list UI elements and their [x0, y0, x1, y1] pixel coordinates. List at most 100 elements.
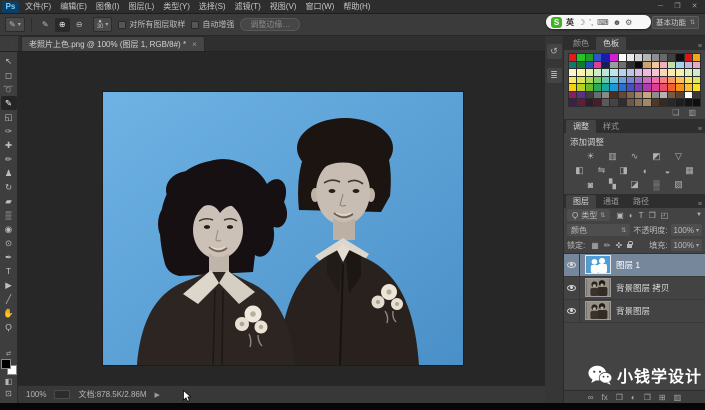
posterize-icon[interactable]: ▚ — [605, 179, 621, 191]
new-layer-icon[interactable]: ⊞ — [659, 393, 666, 402]
new-group-icon[interactable]: ❒ — [644, 393, 651, 402]
gradient-tool[interactable]: ▒ — [1, 208, 17, 222]
swatch[interactable] — [635, 84, 642, 91]
swatch[interactable] — [685, 54, 692, 61]
curves-icon[interactable]: ∿ — [627, 151, 643, 163]
swatch[interactable] — [643, 84, 650, 91]
panel-tab-color[interactable]: 颜色 — [566, 37, 596, 50]
clone-stamp-tool[interactable]: ♟ — [1, 166, 17, 180]
punctuation-icon[interactable]: ’, — [589, 18, 593, 27]
refine-edge-button[interactable]: 调整边缘… — [240, 18, 300, 31]
swatch[interactable] — [693, 62, 700, 69]
panel-tab-channels[interactable]: 通道 — [596, 195, 626, 208]
lasso-tool[interactable]: ➰ — [1, 82, 17, 96]
swatch[interactable] — [577, 77, 584, 84]
swatch[interactable] — [569, 54, 576, 61]
swatch[interactable] — [586, 54, 593, 61]
swatch[interactable] — [668, 77, 675, 84]
swatch[interactable] — [594, 84, 601, 91]
swatch[interactable] — [660, 62, 667, 69]
swatch[interactable] — [676, 62, 683, 69]
hue-saturation-icon[interactable]: ◧ — [572, 165, 588, 177]
swatch[interactable] — [627, 69, 634, 76]
eraser-tool[interactable]: ▰ — [1, 194, 17, 208]
swatch[interactable] — [652, 77, 659, 84]
swatch[interactable] — [676, 54, 683, 61]
minimize-button[interactable]: ─ — [653, 1, 668, 12]
swatch[interactable] — [577, 54, 584, 61]
layer-thumbnail[interactable] — [585, 301, 611, 320]
swatch[interactable] — [577, 69, 584, 76]
layer-visibility-toggle[interactable] — [564, 299, 580, 322]
channel-mixer-icon[interactable]: ◒ — [660, 165, 676, 177]
pen-tool[interactable]: ✒ — [1, 250, 17, 264]
swap-colors-icon[interactable]: ⇄ — [6, 350, 11, 358]
panel-tab-styles[interactable]: 样式 — [596, 120, 626, 133]
person-icon[interactable]: ☻ — [613, 18, 621, 27]
swatch[interactable] — [577, 99, 584, 106]
swatch[interactable] — [676, 69, 683, 76]
swatch[interactable] — [652, 62, 659, 69]
swatch[interactable] — [668, 84, 675, 91]
photo-canvas[interactable] — [103, 92, 463, 365]
checkbox-icon[interactable] — [191, 21, 199, 29]
swatch[interactable] — [569, 84, 576, 91]
filter-smart-object-icon[interactable]: ◰ — [661, 211, 669, 220]
history-panel-icon[interactable]: ↺ — [547, 44, 562, 59]
toolbox-grip[interactable]: · · — [0, 35, 18, 51]
auto-enhance-option[interactable]: 自动增强 — [191, 19, 234, 30]
swatch[interactable] — [676, 77, 683, 84]
sample-all-layers-option[interactable]: 对所有图层取样 — [118, 19, 185, 30]
layer-thumbnail[interactable] — [585, 278, 611, 297]
swatch[interactable] — [668, 69, 675, 76]
filter-adjustment-layer-icon[interactable]: ◐ — [629, 211, 634, 220]
opacity-field[interactable]: 100% ▾ — [671, 224, 702, 236]
panel-tab-paths[interactable]: 路径 — [626, 195, 656, 208]
gradient-map-icon[interactable]: ▒ — [649, 179, 665, 191]
selective-color-icon[interactable]: ▧ — [671, 179, 687, 191]
levels-icon[interactable]: ▥ — [605, 151, 621, 163]
swatch[interactable] — [676, 99, 683, 106]
swatch[interactable] — [685, 77, 692, 84]
swatch[interactable] — [635, 99, 642, 106]
swatch[interactable] — [569, 92, 576, 99]
swatch[interactable] — [685, 99, 692, 106]
swatch[interactable] — [586, 99, 593, 106]
status-expander-icon[interactable]: ▶ — [155, 391, 160, 399]
moon-icon[interactable]: ☽ — [578, 18, 585, 27]
swatch[interactable] — [627, 54, 634, 61]
close-button[interactable]: ✕ — [687, 1, 702, 12]
swatch[interactable] — [668, 92, 675, 99]
maximize-button[interactable]: ❐ — [670, 1, 685, 12]
swatch[interactable] — [569, 77, 576, 84]
new-selection-icon[interactable]: ✎ — [38, 18, 53, 32]
swatch[interactable] — [635, 77, 642, 84]
quick-mask-icon[interactable]: ◧ — [1, 375, 17, 387]
layer-row[interactable]: 图层 1 — [564, 254, 705, 277]
swatch[interactable] — [569, 99, 576, 106]
layer-visibility-toggle[interactable] — [564, 253, 580, 276]
layer-filter-toggle[interactable]: ▼ — [696, 212, 702, 218]
close-tab-icon[interactable]: × — [192, 40, 197, 49]
swatch[interactable] — [602, 92, 609, 99]
swatch[interactable] — [594, 99, 601, 106]
swatch[interactable] — [619, 92, 626, 99]
swatch[interactable] — [586, 62, 593, 69]
swatch[interactable] — [643, 77, 650, 84]
exposure-icon[interactable]: ◩ — [649, 151, 665, 163]
quick-selection-tool[interactable]: ✎ — [1, 96, 17, 110]
add-to-selection-icon[interactable]: ⊕ — [55, 18, 70, 32]
swatch[interactable] — [652, 92, 659, 99]
delete-layer-icon[interactable]: ▥ — [674, 393, 682, 402]
menu-edit[interactable]: 编辑(E) — [60, 1, 87, 12]
swatch[interactable] — [652, 99, 659, 106]
color-balance-icon[interactable]: ⇋ — [594, 165, 610, 177]
swatch[interactable] — [619, 62, 626, 69]
menu-help[interactable]: 帮助(H) — [343, 1, 370, 12]
swatch[interactable] — [610, 69, 617, 76]
filter-shape-layer-icon[interactable]: ❒ — [649, 211, 656, 220]
brush-tool[interactable]: ✏ — [1, 152, 17, 166]
swatch[interactable] — [693, 77, 700, 84]
swatch[interactable] — [610, 92, 617, 99]
blend-mode-select[interactable]: 颜色 ⇅ — [567, 224, 630, 236]
